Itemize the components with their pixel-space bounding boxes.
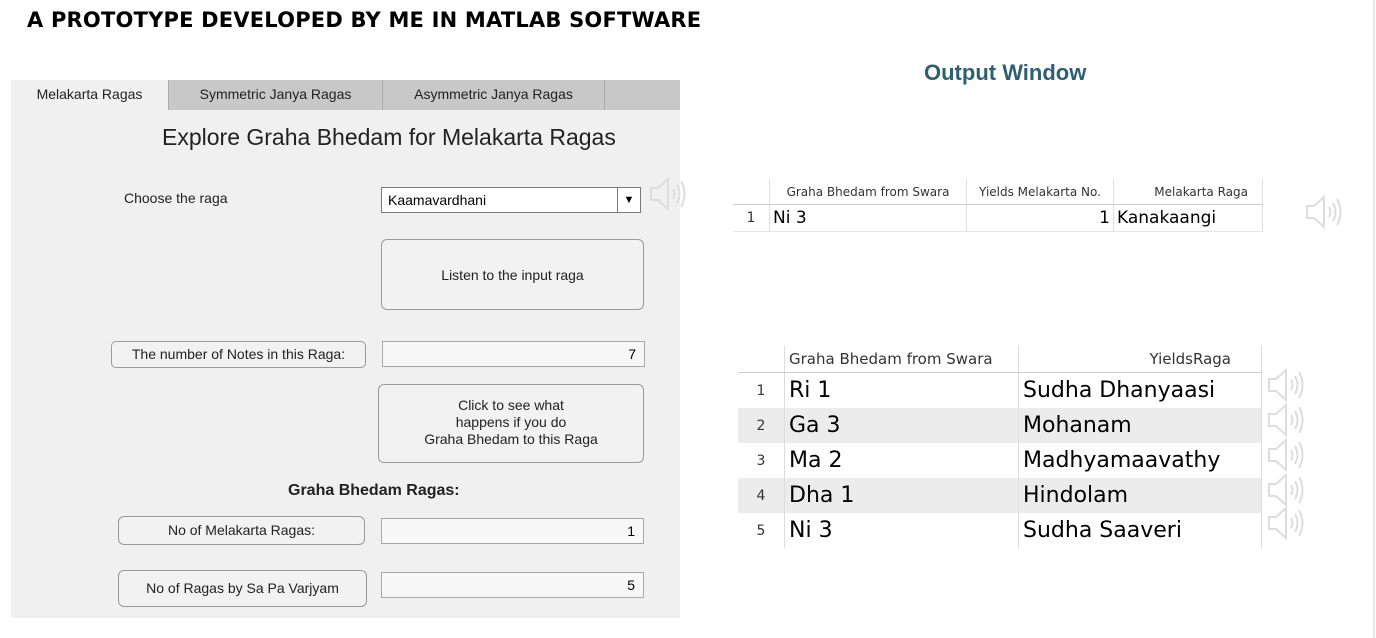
row-number: 3	[738, 443, 785, 478]
graha-bhedam-button-line-2: happens if you do	[455, 414, 567, 430]
output-window-title: Output Window	[924, 60, 1087, 85]
janya-result-table: Graha Bhedam from Swara YieldsRaga 1 Ri …	[738, 346, 1262, 548]
speaker-icon[interactable]	[1266, 472, 1308, 508]
table2-header-swara: Graha Bhedam from Swara	[784, 346, 1019, 373]
row-number: 1	[738, 372, 785, 408]
swara-cell: Ni 3	[769, 204, 967, 232]
row-number-header	[738, 346, 785, 373]
tab-strip: Melakarta Ragas Symmetric Janya Ragas As…	[11, 80, 680, 110]
table-row[interactable]: 5 Ni 3 Sudha Saaveri	[738, 513, 1262, 548]
listen-input-raga-button[interactable]: Listen to the input raga	[381, 239, 644, 310]
speaker-icon[interactable]	[1266, 367, 1308, 403]
row-number: 1	[733, 204, 770, 232]
table1-header-swara: Graha Bhedam from Swara	[769, 180, 967, 205]
table1-header-melakarta-no: Yields Melakarta No.	[966, 180, 1114, 205]
raga-cell: Sudha Saaveri	[1018, 513, 1262, 548]
table-row[interactable]: 4 Dha 1 Hindolam	[738, 478, 1262, 513]
choose-raga-label: Choose the raga	[124, 190, 228, 206]
swara-cell: Ri 1	[784, 372, 1019, 408]
right-divider	[1373, 0, 1375, 638]
speaker-icon[interactable]	[1266, 437, 1308, 473]
melakarta-raga-cell: Kanakaangi	[1113, 204, 1263, 232]
raga-cell: Sudha Dhanyaasi	[1018, 372, 1262, 408]
graha-bhedam-button-line-1: Click to see what	[458, 397, 564, 413]
chevron-down-icon[interactable]: ▼	[617, 188, 640, 212]
graha-bhedam-button-line-3: Graha Bhedam to this Raga	[424, 431, 598, 447]
table1-header-melakarta-raga: Melakarta Raga	[1113, 180, 1263, 205]
speaker-icon[interactable]	[1304, 194, 1346, 230]
graha-bhedam-button[interactable]: Click to see what happens if you do Grah…	[378, 384, 644, 463]
tab-melakarta-ragas[interactable]: Melakarta Ragas	[11, 80, 169, 110]
melakarta-count-field: 1	[381, 518, 644, 544]
table-row[interactable]: 1 Ri 1 Sudha Dhanyaasi	[738, 372, 1262, 408]
table2-header-yields-raga: YieldsRaga	[1018, 346, 1262, 373]
row-number-header	[733, 180, 770, 205]
row-number: 4	[738, 478, 785, 513]
notes-count-label: The number of Notes in this Raga:	[111, 341, 366, 368]
tab-symmetric-janya-ragas[interactable]: Symmetric Janya Ragas	[169, 80, 383, 110]
speaker-icon[interactable]	[1266, 402, 1308, 438]
matlab-gui-panel: Melakarta Ragas Symmetric Janya Ragas As…	[11, 80, 680, 618]
table-row[interactable]: 2 Ga 3 Mohanam	[738, 408, 1262, 443]
raga-select-value: Kaamavardhani	[388, 192, 487, 208]
swara-cell: Ni 3	[784, 513, 1019, 548]
notes-count-field: 7	[382, 341, 645, 367]
page-title: A PROTOTYPE DEVELOPED BY ME IN MATLAB SO…	[27, 8, 702, 32]
table-row[interactable]: 1 Ni 3 1 Kanakaangi	[733, 204, 1263, 232]
melakarta-count-label: No of Melakarta Ragas:	[118, 516, 365, 545]
row-number: 2	[738, 408, 785, 443]
raga-select[interactable]: Kaamavardhani ▼	[381, 187, 641, 213]
speaker-icon[interactable]	[1266, 505, 1308, 541]
raga-cell: Hindolam	[1018, 478, 1262, 513]
table-row[interactable]: 3 Ma 2 Madhyamaavathy	[738, 443, 1262, 478]
panel-heading: Explore Graha Bhedam for Melakarta Ragas	[162, 124, 616, 150]
melakarta-result-table: Graha Bhedam from Swara Yields Melakarta…	[733, 180, 1263, 232]
melakarta-no-cell: 1	[966, 204, 1114, 232]
swara-cell: Dha 1	[784, 478, 1019, 513]
swara-cell: Ma 2	[784, 443, 1019, 478]
tab-asymmetric-janya-ragas[interactable]: Asymmetric Janya Ragas	[383, 80, 605, 110]
sapa-varjyam-count-field: 5	[381, 572, 644, 598]
speaker-icon[interactable]	[648, 176, 690, 212]
raga-cell: Madhyamaavathy	[1018, 443, 1262, 478]
raga-cell: Mohanam	[1018, 408, 1262, 443]
row-number: 5	[738, 513, 785, 548]
swara-cell: Ga 3	[784, 408, 1019, 443]
sapa-varjyam-count-label: No of Ragas by Sa Pa Varjyam	[118, 570, 367, 607]
graha-section-title: Graha Bhedam Ragas:	[288, 482, 460, 499]
